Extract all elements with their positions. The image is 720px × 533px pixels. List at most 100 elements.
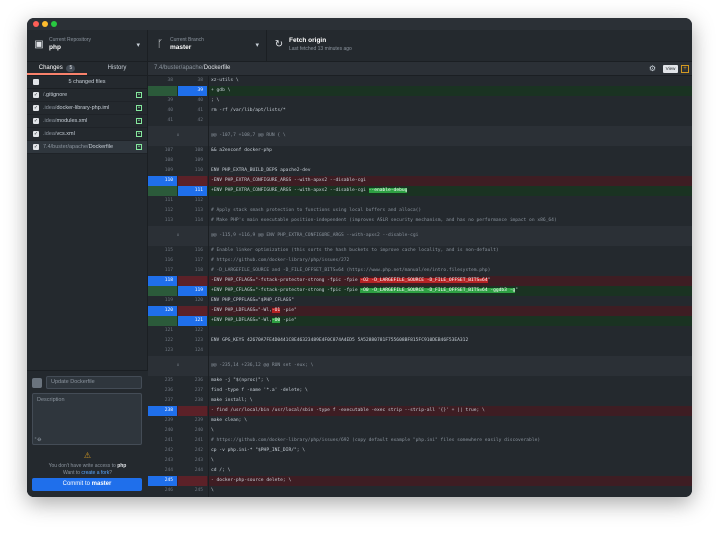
diff-line[interactable]: 112 113 # Apply stack smash protection to… [148, 206, 692, 216]
new-line-number[interactable]: 242 [178, 446, 207, 456]
diff-line[interactable]: 243 243 \ [148, 456, 692, 466]
diff-line[interactable]: 38 38 xz-utils \ [148, 76, 692, 86]
file-checkbox[interactable]: ✓ [33, 118, 39, 124]
file-checkbox[interactable]: ✓ [33, 144, 39, 150]
new-line-number[interactable] [178, 306, 207, 316]
diff-line[interactable]: 110 -ENV PHP_EXTRA_CONFIGURE_ARGS --with-… [148, 176, 692, 186]
gear-icon[interactable]: ⚙ [649, 64, 656, 73]
new-line-number[interactable]: 118 [178, 266, 207, 276]
new-line-number[interactable]: 245 [178, 486, 207, 496]
diff-line[interactable]: 108 109 [148, 156, 692, 166]
old-line-number[interactable]: 243 [148, 456, 177, 466]
repository-selector[interactable]: ▣ Current Repository php ▾ [27, 30, 148, 62]
old-line-number[interactable]: 240 [148, 426, 177, 436]
diff-line[interactable]: 247246 # reset apt-mark's "manual" list … [148, 496, 692, 497]
diff-line[interactable]: 118 -ENV PHP_CFLAGS="-fstack-protector-st… [148, 276, 692, 286]
new-line-number[interactable]: 40 [178, 96, 207, 106]
old-line-number[interactable]: 110 [148, 176, 177, 186]
expand-hunk-icon[interactable]: ⇕ [148, 226, 208, 246]
new-line-number[interactable]: 241 [178, 436, 207, 446]
old-line-number[interactable]: 237 [148, 396, 177, 406]
old-line-number[interactable] [148, 86, 177, 96]
old-line-number[interactable] [148, 186, 177, 196]
old-line-number[interactable]: 116 [148, 256, 177, 266]
new-line-number[interactable]: 41 [178, 106, 207, 116]
old-line-number[interactable]: 111 [148, 196, 177, 206]
new-line-number[interactable]: 116 [178, 246, 207, 256]
file-list-item[interactable]: ✓ .idea/docker-library-php.iml • [27, 102, 147, 115]
old-line-number[interactable]: 235 [148, 376, 177, 386]
diff-line[interactable]: 241 241 # https://github.com/docker-libra… [148, 436, 692, 446]
old-line-number[interactable]: 39 [148, 96, 177, 106]
expand-hunk-icon[interactable]: ⇕ [148, 356, 208, 376]
commit-summary-input[interactable]: Update Dockerfile [46, 376, 142, 389]
file-checkbox[interactable]: ✓ [33, 92, 39, 98]
old-line-number[interactable]: 38 [148, 76, 177, 86]
commit-button[interactable]: Commit to master [32, 478, 142, 491]
new-line-number[interactable] [178, 406, 207, 416]
old-line-number[interactable]: 40 [148, 106, 177, 116]
file-checkbox[interactable]: ✓ [33, 131, 39, 137]
diff-line[interactable]: 111 +ENV PHP_EXTRA_CONFIGURE_ARGS --with-… [148, 186, 692, 196]
diff-line[interactable]: 246 245 \ [148, 486, 692, 496]
old-line-number[interactable]: 236 [148, 386, 177, 396]
diff-line[interactable]: 123 124 [148, 346, 692, 356]
new-line-number[interactable]: 42 [178, 116, 207, 126]
diff-line[interactable]: 236 237 find -type f -name '*.a' -delete;… [148, 386, 692, 396]
old-line-number[interactable]: 112 [148, 206, 177, 216]
old-line-number[interactable]: 247 [148, 496, 177, 497]
diff-line[interactable]: 121 122 [148, 326, 692, 336]
new-line-number[interactable]: 39 [178, 86, 207, 96]
new-line-number[interactable]: 114 [178, 216, 207, 226]
new-line-number[interactable]: 111 [178, 186, 207, 196]
diff-line[interactable]: 238 - find /usr/local/bin /usr/local/sbin… [148, 406, 692, 416]
old-line-number[interactable]: 113 [148, 216, 177, 226]
old-line-number[interactable]: 244 [148, 466, 177, 476]
view-toggle-button[interactable]: View [663, 65, 678, 73]
new-line-number[interactable]: 117 [178, 256, 207, 266]
new-line-number[interactable]: 110 [178, 166, 207, 176]
new-line-number[interactable]: 239 [178, 416, 207, 426]
create-fork-link[interactable]: create a fork [81, 470, 109, 476]
diff-line[interactable]: 121 +ENV PHP_LDFLAGS="-Wl,-O0 -pie" [148, 316, 692, 326]
new-line-number[interactable]: 122 [178, 326, 207, 336]
new-line-number[interactable]: 124 [178, 346, 207, 356]
new-line-number[interactable]: 38 [178, 76, 207, 86]
old-line-number[interactable]: 108 [148, 156, 177, 166]
new-line-number[interactable]: 112 [178, 196, 207, 206]
expand-hunk-icon[interactable]: ⇕ [148, 126, 208, 146]
old-line-number[interactable]: 120 [148, 306, 177, 316]
new-line-number[interactable]: 244 [178, 466, 207, 476]
tab-changes[interactable]: Changes 5 [27, 62, 87, 75]
hunk-header[interactable]: ⇕ @@ -115,9 +116,9 @@ ENV PHP_EXTRA_CONFI… [148, 226, 692, 246]
diff-line[interactable]: 119 +ENV PHP_CFLAGS="-fstack-protector-st… [148, 286, 692, 296]
diff-line[interactable]: 41 42 [148, 116, 692, 126]
old-line-number[interactable]: 41 [148, 116, 177, 126]
tab-history[interactable]: History [87, 62, 147, 75]
old-line-number[interactable]: 119 [148, 296, 177, 306]
old-line-number[interactable]: 118 [148, 276, 177, 286]
new-line-number[interactable] [178, 476, 207, 486]
diff-line[interactable]: 235 236 make -j "$(nproc)"; \ [148, 376, 692, 386]
old-line-number[interactable] [148, 316, 177, 326]
branch-selector[interactable]: ᚴ Current Branch master ▾ [148, 30, 267, 62]
select-all-checkbox[interactable] [33, 79, 39, 85]
diff-line[interactable]: 113 114 # Make PHP's main executable posi… [148, 216, 692, 226]
diff-line[interactable]: 40 41 rm -rf /var/lib/apt/lists/* [148, 106, 692, 116]
diff-line[interactable]: 122 123 ENV GPG_KEYS 42670A7FE4D0441C8E46… [148, 336, 692, 346]
hunk-header[interactable]: ⇕ @@ -107,7 +108,7 @@ RUN { \ [148, 126, 692, 146]
expand-icon[interactable]: + [681, 65, 689, 73]
hunk-header[interactable]: ⇕ @@ -235,14 +236,12 @@ RUN set -eux; \ [148, 356, 692, 376]
diff-line[interactable]: 239 239 make clean; \ [148, 416, 692, 426]
new-line-number[interactable]: 108 [178, 146, 207, 156]
file-list-item[interactable]: ✓ .idea/vcs.xml • [27, 128, 147, 141]
new-line-number[interactable]: 237 [178, 386, 207, 396]
fetch-origin-button[interactable]: ↻ Fetch origin Last fetched 13 minutes a… [267, 30, 397, 62]
commit-description-input[interactable]: Description [32, 393, 142, 445]
file-list-item[interactable]: ✓ 7.4/buster/apache/Dockerfile • [27, 141, 147, 154]
diff-line[interactable]: 107 108 && a2enconf docker-php [148, 146, 692, 156]
old-line-number[interactable]: 239 [148, 416, 177, 426]
new-line-number[interactable]: 123 [178, 336, 207, 346]
new-line-number[interactable]: 243 [178, 456, 207, 466]
file-list-item[interactable]: ✓ .idea/modules.xml • [27, 115, 147, 128]
